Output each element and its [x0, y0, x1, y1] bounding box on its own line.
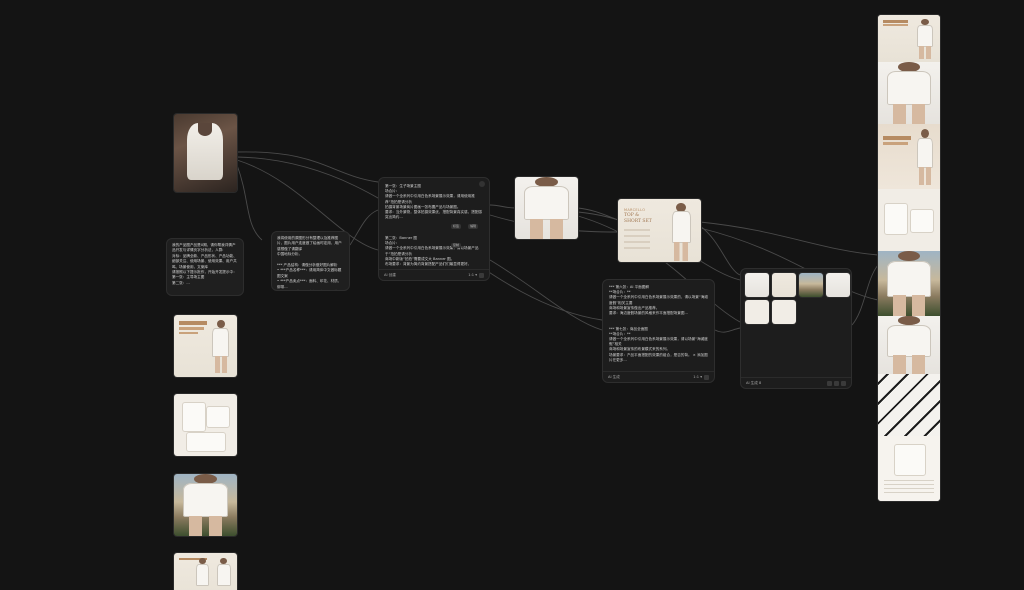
grid-thumb-5[interactable] — [745, 300, 769, 324]
top-garment-shape — [186, 123, 224, 180]
poster-output-image[interactable]: MARCELLO TOP & SHORT SET — [618, 199, 701, 262]
edge-poster-to-grid — [699, 225, 741, 276]
grid-thumb-3[interactable] — [799, 273, 823, 297]
poster-caption-bar — [179, 331, 198, 334]
flatlay-top — [182, 402, 206, 432]
outdoor-thumbnail[interactable] — [174, 474, 237, 536]
ai-generate-count-label: AI 生成 8 — [746, 380, 762, 385]
poster-brand-line: MARCELLO — [624, 208, 646, 212]
connection-edges — [236, 151, 879, 333]
model-figure — [515, 177, 570, 239]
detail-studio-model — [878, 62, 940, 124]
edge-photo-to-note — [236, 164, 263, 241]
model-figure — [174, 474, 229, 536]
image-grid-panel[interactable]: AI 生成 8 — [740, 268, 852, 389]
settings-icon[interactable] — [479, 181, 485, 187]
download-icon[interactable] — [827, 380, 832, 386]
grid-thumb-6[interactable] — [772, 300, 796, 324]
prompt-tag-row: 标签 编辑 复制 — [449, 212, 489, 250]
ratio-select[interactable]: 1:1 ▾ — [468, 273, 477, 277]
edge-model-to-poster — [577, 207, 619, 221]
edge-prompt-to-result — [489, 259, 603, 331]
detail-poster-feature — [878, 124, 940, 189]
edge-photo-to-prompt — [236, 151, 379, 183]
send-icon[interactable] — [479, 272, 484, 278]
detail-hero-poster — [878, 15, 940, 62]
detail-two-models — [878, 316, 940, 374]
poster-title-line2: SHORT SET — [624, 219, 652, 224]
more-icon[interactable] — [841, 380, 846, 386]
grid-footer: AI 生成 8 — [741, 377, 851, 388]
poster-subline-bar — [179, 327, 205, 330]
edge-note-to-prompt — [349, 209, 379, 246]
feature-bullets — [624, 229, 650, 249]
prompt-footer: AI 创建 1:1 ▾ — [379, 269, 489, 280]
flatlay-shorts — [206, 406, 230, 428]
long-detail-page[interactable] — [878, 15, 940, 501]
flatlay-set — [186, 432, 226, 452]
edge-grid-to-longpage — [851, 264, 879, 326]
poster-headline-bar — [179, 321, 208, 325]
grid-thumb-2[interactable] — [772, 273, 796, 297]
detail-flatlay — [878, 189, 940, 251]
ai-generate-label: AI 生成 — [608, 374, 620, 379]
poster-thumbnail-2[interactable] — [174, 553, 237, 590]
generated-model-image[interactable] — [515, 177, 578, 239]
detail-outdoor-model — [878, 251, 940, 316]
edge-prompt-to-model — [489, 204, 516, 209]
result-footer: AI 生成 1:1 ▾ — [603, 371, 714, 382]
sleeveless-top-photo[interactable] — [174, 114, 237, 192]
ai-create-label: AI 创建 — [384, 272, 396, 277]
expand-icon[interactable] — [834, 380, 839, 386]
tag-button[interactable]: 标签 — [451, 224, 462, 229]
analysis-note[interactable]: 我将使用的原图形分有整理以及推荐图片，图片用户连度做了绘画时定用，用户感想做了请… — [271, 231, 350, 291]
model-figure — [193, 557, 212, 590]
ratio-select[interactable]: 1:1 ▾ — [693, 375, 702, 379]
edge-poster-to-longpage-a — [699, 221, 879, 256]
model-figure — [668, 202, 695, 261]
send-icon[interactable] — [704, 374, 709, 380]
prompt-panel[interactable]: 第一张：生子场景主图 场合片： 请做一个全系列中引用白色系场景展示效果，请用使用… — [378, 177, 490, 281]
detail-size-chart — [878, 436, 940, 501]
poster-thumbnail-1[interactable] — [174, 315, 237, 377]
copy-button[interactable]: 复制 — [451, 243, 462, 248]
flatlay-thumbnail[interactable] — [174, 394, 237, 456]
edge-result-to-grid — [714, 327, 741, 333]
detail-pattern-closeup — [878, 374, 940, 436]
result-text[interactable]: *** 第六张：AI 平面图解 **场合片：** 请做一个全系列中引用白色系场景… — [609, 285, 708, 369]
edit-button[interactable]: 编辑 — [468, 224, 479, 229]
result-panel[interactable]: *** 第六张：AI 平面图解 **场合片：** 请做一个全系列中引用白色系场景… — [602, 279, 715, 383]
requirements-note[interactable]: 我的产品图产品是X期，请你帮我详情产品开发与详情页字分析法，人群: 对标：品牌全… — [166, 238, 244, 296]
workflow-canvas[interactable]: 我的产品图产品是X期，请你帮我详情产品开发与详情页字分析法，人群: 对标：品牌全… — [0, 0, 1024, 590]
grid-thumb-4[interactable] — [826, 273, 850, 297]
poster-title-line1: TOP & — [624, 213, 640, 218]
grid-thumb-1[interactable] — [745, 273, 769, 297]
model-figure — [214, 557, 233, 590]
model-figure — [209, 319, 232, 374]
